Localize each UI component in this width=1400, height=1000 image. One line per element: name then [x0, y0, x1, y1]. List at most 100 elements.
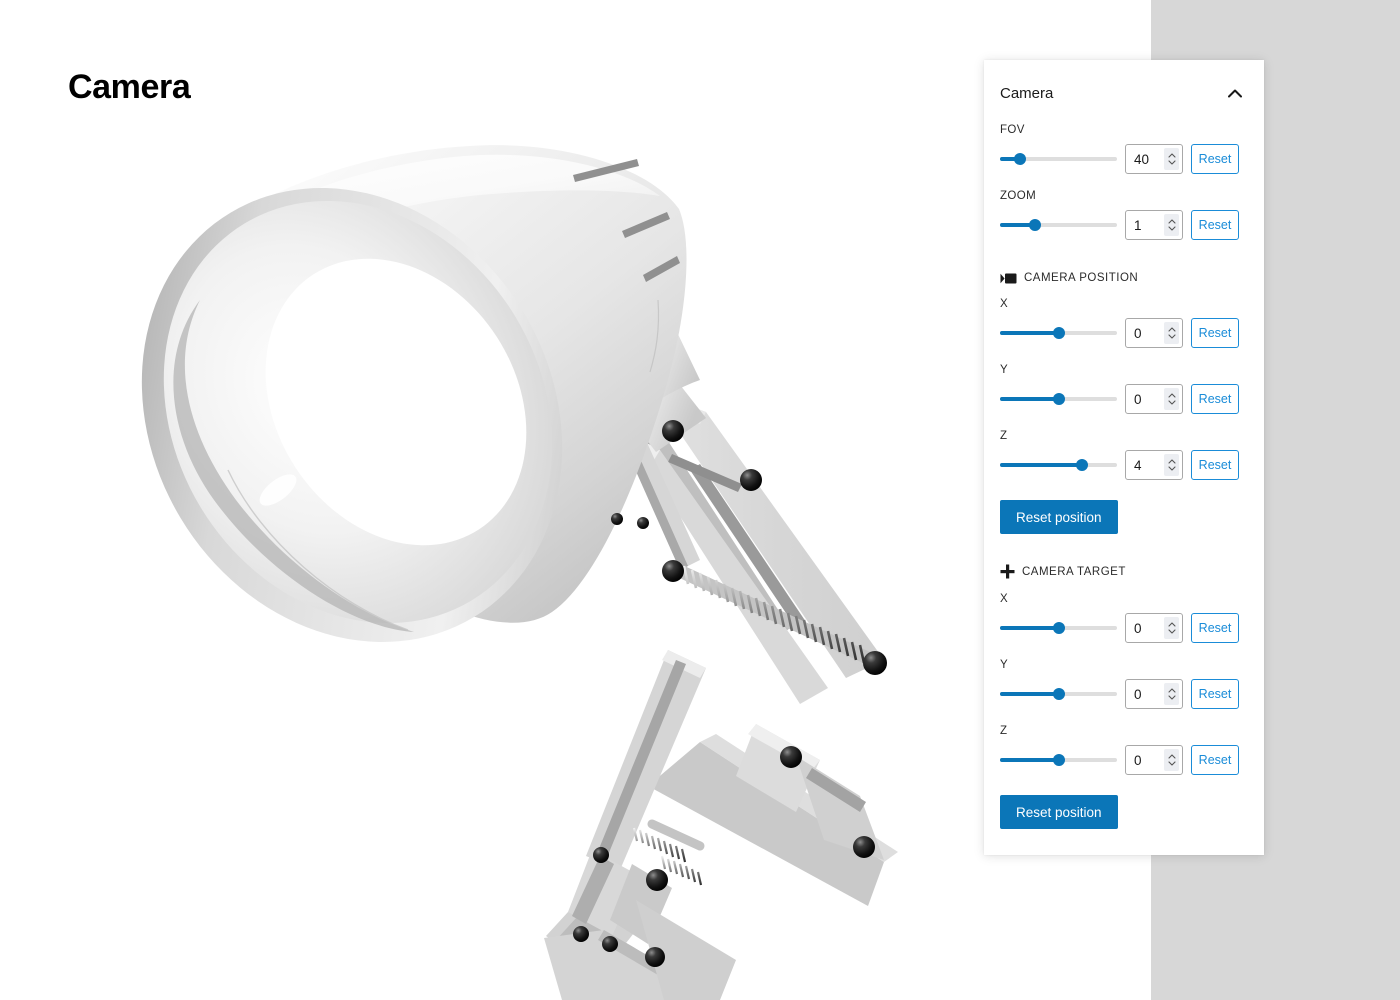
video-camera-glyph: [1000, 273, 1017, 283]
chevron-up-small-icon: [1167, 327, 1176, 332]
chevron-up-small-icon: [1167, 153, 1176, 158]
chevron-down-small-icon: [1167, 160, 1176, 165]
reset-camera-position-button[interactable]: Reset position: [1000, 500, 1118, 534]
target-x-slider[interactable]: [1000, 619, 1117, 637]
position-z-reset-button[interactable]: Reset: [1191, 450, 1239, 480]
panel-body: FOV 40 Reset ZOOM 1 Reset CAMERA POSITIO…: [984, 124, 1264, 829]
camera-position-axes: X 0 Reset Y 0 Reset Z 4 Reset: [1000, 298, 1248, 482]
camera-target-label: CAMERA TARGET: [1022, 565, 1126, 578]
position-y-reset-button[interactable]: Reset: [1191, 384, 1239, 414]
target-y-fill: [1000, 692, 1059, 696]
zoom-slider[interactable]: [1000, 216, 1117, 234]
plus-icon: [1000, 564, 1015, 579]
position-x-label: X: [1000, 298, 1009, 310]
target-y-value: 0: [1134, 686, 1142, 702]
position-y-fill: [1000, 397, 1059, 401]
zoom-input[interactable]: 1: [1125, 210, 1183, 240]
position-x-stepper[interactable]: [1164, 322, 1179, 344]
target-z-row: 0 Reset: [1000, 743, 1248, 777]
zoom-slider-thumb[interactable]: [1029, 219, 1042, 231]
position-y-thumb[interactable]: [1052, 393, 1065, 405]
target-y-slider[interactable]: [1000, 685, 1117, 703]
zoom-value: 1: [1134, 217, 1142, 233]
position-y-value: 0: [1134, 391, 1142, 407]
fov-input[interactable]: 40: [1125, 144, 1183, 174]
fov-reset-button[interactable]: Reset: [1191, 144, 1239, 174]
zoom-stepper[interactable]: [1164, 214, 1179, 236]
position-y-label: Y: [1000, 364, 1009, 376]
target-x-row: 0 Reset: [1000, 611, 1248, 645]
reset-camera-target-button[interactable]: Reset position: [1000, 795, 1118, 829]
panel-title: Camera: [1000, 84, 1054, 102]
camera-target-heading: CAMERA TARGET: [1000, 564, 1248, 579]
camera-target-axes: X 0 Reset Y 0 Reset Z 0 Reset: [1000, 593, 1248, 777]
position-x-input[interactable]: 0: [1125, 318, 1183, 348]
chevron-up-small-icon: [1167, 219, 1176, 224]
target-x-stepper[interactable]: [1164, 617, 1179, 639]
target-x-reset-button[interactable]: Reset: [1191, 613, 1239, 643]
target-z-value: 0: [1134, 752, 1142, 768]
position-x-reset-button[interactable]: Reset: [1191, 318, 1239, 348]
position-y-stepper[interactable]: [1164, 388, 1179, 410]
target-z-label: Z: [1000, 725, 1008, 737]
zoom-row: 1 Reset: [1000, 208, 1248, 242]
position-z-fill: [1000, 463, 1082, 467]
chevron-down-small-icon: [1167, 334, 1176, 339]
target-y-thumb[interactable]: [1052, 688, 1065, 700]
fov-stepper[interactable]: [1164, 148, 1179, 170]
target-z-input[interactable]: 0: [1125, 745, 1183, 775]
target-x-fill: [1000, 626, 1059, 630]
target-z-reset-button[interactable]: Reset: [1191, 745, 1239, 775]
position-z-thumb[interactable]: [1075, 459, 1088, 471]
camera-control-panel: Camera FOV 40 Reset ZOOM 1 Reset CAMERA …: [984, 60, 1264, 855]
lamp-mid-linkage: [544, 650, 884, 1000]
fov-slider-thumb[interactable]: [1013, 153, 1026, 165]
position-z-stepper[interactable]: [1164, 454, 1179, 476]
target-z-slider[interactable]: [1000, 751, 1117, 769]
lamp-3d-render: [141, 145, 898, 1000]
position-x-row: 0 Reset: [1000, 316, 1248, 350]
chevron-down-small-icon: [1167, 226, 1176, 231]
chevron-down-small-icon: [1167, 466, 1176, 471]
lamp-shade: [141, 145, 687, 643]
position-z-slider[interactable]: [1000, 456, 1117, 474]
target-x-input[interactable]: 0: [1125, 613, 1183, 643]
fov-label: FOV: [1000, 124, 1025, 136]
position-x-slider[interactable]: [1000, 324, 1117, 342]
target-x-value: 0: [1134, 620, 1142, 636]
chevron-up-icon[interactable]: [1224, 82, 1246, 104]
chevron-down-small-icon: [1167, 400, 1176, 405]
fov-value: 40: [1134, 151, 1150, 167]
position-y-slider[interactable]: [1000, 390, 1117, 408]
position-z-input[interactable]: 4: [1125, 450, 1183, 480]
page-title: Camera: [68, 68, 191, 106]
fov-row: 40 Reset: [1000, 142, 1248, 176]
position-x-fill: [1000, 331, 1059, 335]
position-y-input[interactable]: 0: [1125, 384, 1183, 414]
chevron-down-small-icon: [1167, 761, 1176, 766]
target-x-thumb[interactable]: [1052, 622, 1065, 634]
3d-viewport[interactable]: [0, 0, 1151, 1000]
target-y-row: 0 Reset: [1000, 677, 1248, 711]
chevron-up-glyph: [1228, 89, 1242, 97]
target-y-input[interactable]: 0: [1125, 679, 1183, 709]
position-x-value: 0: [1134, 325, 1142, 341]
target-z-fill: [1000, 758, 1059, 762]
camera-position-label: CAMERA POSITION: [1024, 272, 1139, 284]
fov-slider[interactable]: [1000, 150, 1117, 168]
target-z-thumb[interactable]: [1052, 754, 1065, 766]
zoom-reset-button[interactable]: Reset: [1191, 210, 1239, 240]
chevron-up-small-icon: [1167, 393, 1176, 398]
position-z-value: 4: [1134, 457, 1142, 473]
position-x-thumb[interactable]: [1052, 327, 1065, 339]
position-z-row: 4 Reset: [1000, 448, 1248, 482]
camera-position-heading: CAMERA POSITION: [1000, 272, 1248, 284]
target-y-stepper[interactable]: [1164, 683, 1179, 705]
chevron-up-small-icon: [1167, 688, 1176, 693]
plus-glyph: [1000, 564, 1015, 579]
target-y-reset-button[interactable]: Reset: [1191, 679, 1239, 709]
chevron-down-small-icon: [1167, 695, 1176, 700]
panel-header: Camera: [984, 60, 1264, 110]
position-y-row: 0 Reset: [1000, 382, 1248, 416]
target-z-stepper[interactable]: [1164, 749, 1179, 771]
